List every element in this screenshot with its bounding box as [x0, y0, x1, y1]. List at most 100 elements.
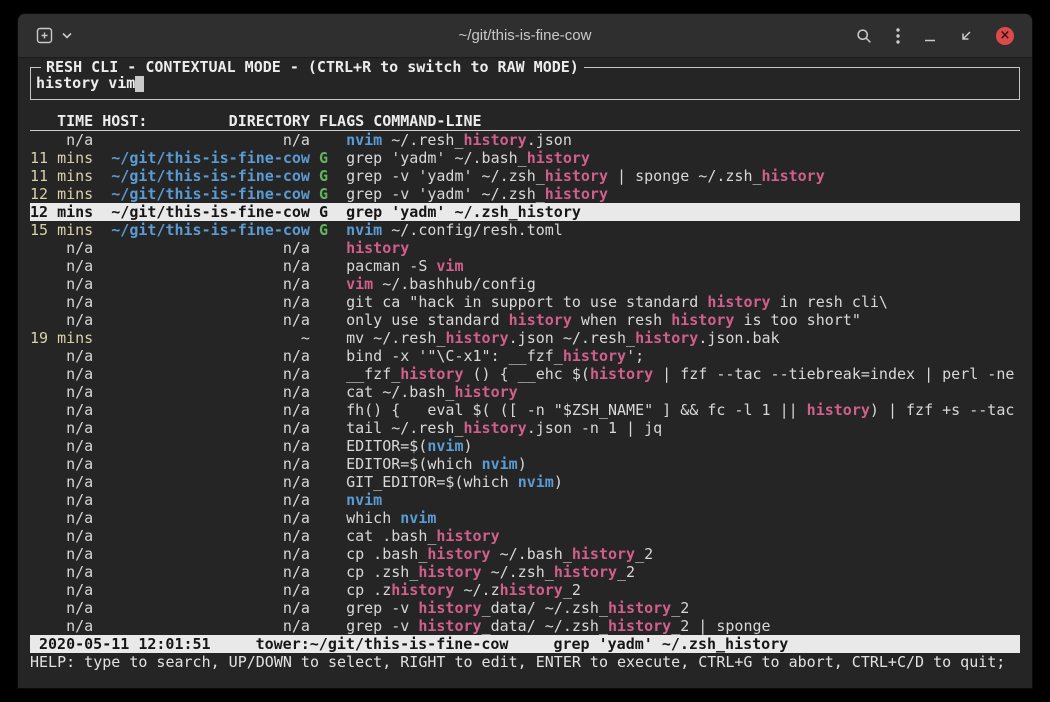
cmd-segment: ~/.resh_ — [382, 131, 463, 149]
history-row[interactable]: 19 mins ~ mv ~/.resh_history.json ~/.res… — [30, 329, 1020, 347]
row-time: n/a — [30, 581, 93, 599]
cmd-segment: history — [527, 149, 590, 167]
history-row[interactable]: n/a n/a nvim — [30, 491, 1020, 509]
cmd-segment: history — [572, 545, 635, 563]
titlebar: ~/git/this-is-fine-cow × — [18, 14, 1032, 58]
cmd-segment: only use standard — [346, 311, 509, 329]
cmd-segment: history — [436, 527, 499, 545]
row-time: n/a — [30, 311, 93, 329]
new-terminal-icon — [36, 27, 53, 44]
cmd-segment: history — [762, 167, 825, 185]
row-directory: n/a — [102, 491, 310, 509]
history-row[interactable]: n/a n/a cp .bash_history ~/.bash_history… — [30, 545, 1020, 563]
cmd-segment: nvim — [518, 473, 554, 491]
restore-button[interactable] — [960, 30, 972, 42]
row-directory: ~ — [102, 329, 310, 347]
row-flags: G — [319, 203, 346, 221]
history-row[interactable]: n/a n/a EDITOR=$(which nvim) — [30, 455, 1020, 473]
history-row[interactable]: n/a n/a EDITOR=$(nvim) — [30, 437, 1020, 455]
history-row[interactable]: n/a n/a GIT_EDITOR=$(which nvim) — [30, 473, 1020, 491]
history-row[interactable]: 11 mins ~/git/this-is-fine-cow G grep -v… — [30, 167, 1020, 185]
row-flags: G — [319, 185, 346, 203]
menu-button[interactable] — [896, 28, 900, 44]
cmd-segment: history — [554, 563, 617, 581]
history-row[interactable]: n/a n/a nvim ~/.resh_history.json — [30, 131, 1020, 149]
history-row[interactable]: n/a n/a which nvim — [30, 509, 1020, 527]
row-flags: G — [319, 149, 346, 167]
cmd-segment: history — [500, 581, 563, 599]
row-time: n/a — [30, 275, 93, 293]
cmd-segment: history — [545, 167, 608, 185]
cmd-segment: history — [400, 365, 463, 383]
row-directory: n/a — [102, 401, 310, 419]
row-directory: n/a — [102, 275, 310, 293]
history-row[interactable]: n/a n/a history — [30, 239, 1020, 257]
history-row[interactable]: n/a n/a only use standard history when r… — [30, 311, 1020, 329]
cmd-segment: nvim — [346, 131, 382, 149]
history-row[interactable]: n/a n/a bind -x '"\C-x1": __fzf_history'… — [30, 347, 1020, 365]
row-time: n/a — [30, 239, 93, 257]
col-header-host: HOST: — [102, 112, 147, 130]
row-time: 15 mins — [30, 221, 93, 239]
cmd-segment: cp .zsh_ — [346, 563, 418, 581]
cmd-segment: | fzf --tac --tiebreak=index | perl -ne — [653, 365, 1014, 383]
cmd-segment: ~/.zsh_ — [482, 563, 554, 581]
search-query-text: history vim — [36, 74, 135, 92]
history-row[interactable]: n/a n/a tail ~/.resh_history.json -n 1 |… — [30, 419, 1020, 437]
cmd-segment: history — [671, 311, 734, 329]
cmd-segment: is too short" — [734, 311, 860, 329]
cmd-segment: __fzf_ — [346, 365, 400, 383]
search-box-title: RESH CLI - CONTEXTUAL MODE - (CTRL+R to … — [41, 58, 584, 76]
history-row[interactable]: n/a n/a fh() { eval $( ([ -n "$ZSH_NAME"… — [30, 401, 1020, 419]
cmd-segment: ~/.bash_ — [491, 545, 572, 563]
cmd-segment: cp .bash_ — [346, 545, 427, 563]
history-row[interactable]: n/a n/a git ca "hack in support to use s… — [30, 293, 1020, 311]
row-flags — [319, 131, 346, 149]
history-row[interactable]: n/a n/a __fzf_history () { __ehc $(histo… — [30, 365, 1020, 383]
history-row[interactable]: n/a n/a cp .zhistory ~/.zhistory_2 — [30, 581, 1020, 599]
history-row[interactable]: 12 mins ~/git/this-is-fine-cow G grep -v… — [30, 185, 1020, 203]
cmd-segment: history — [418, 617, 481, 635]
cmd-segment: history — [454, 383, 517, 401]
row-directory: ~/git/this-is-fine-cow — [102, 221, 310, 239]
close-button[interactable]: × — [996, 27, 1014, 45]
cmd-segment: history — [635, 329, 698, 347]
profile-dropdown-button[interactable] — [62, 32, 72, 39]
cmd-segment: nvim — [346, 221, 382, 239]
history-row[interactable]: n/a n/a pacman -S vim — [30, 257, 1020, 275]
row-flags — [319, 455, 346, 473]
history-row[interactable]: n/a n/a cp .zsh_history ~/.zsh_history_2 — [30, 563, 1020, 581]
minimize-button[interactable] — [924, 30, 936, 42]
row-directory: n/a — [102, 347, 310, 365]
cmd-segment: nvim — [482, 455, 518, 473]
history-row[interactable]: n/a n/a grep -v history_data/ ~/.zsh_his… — [30, 617, 1020, 635]
row-directory: n/a — [102, 527, 310, 545]
row-flags — [319, 491, 346, 509]
history-row[interactable]: 15 mins ~/git/this-is-fine-cow G nvim ~/… — [30, 221, 1020, 239]
row-time: n/a — [30, 545, 93, 563]
new-terminal-button[interactable] — [36, 27, 53, 44]
cmd-segment: history — [464, 419, 527, 437]
history-row[interactable]: n/a n/a vim ~/.bashhub/config — [30, 275, 1020, 293]
row-time: 11 mins — [30, 149, 93, 167]
col-header-command: COMMAND-LINE — [373, 112, 481, 130]
row-directory: n/a — [102, 419, 310, 437]
search-button[interactable] — [856, 28, 872, 44]
row-flags — [319, 347, 346, 365]
cmd-segment: history — [563, 347, 626, 365]
cmd-segment: history — [418, 563, 481, 581]
terminal-content: RESH CLI - CONTEXTUAL MODE - (CTRL+R to … — [18, 58, 1032, 687]
row-time: n/a — [30, 383, 93, 401]
row-directory: n/a — [102, 599, 310, 617]
row-flags — [319, 329, 346, 347]
row-directory: n/a — [102, 581, 310, 599]
history-row[interactable]: 11 mins ~/git/this-is-fine-cow G grep 'y… — [30, 149, 1020, 167]
chevron-down-icon — [62, 32, 72, 39]
history-row[interactable]: n/a n/a grep -v history_data/ ~/.zsh_his… — [30, 599, 1020, 617]
cmd-segment: history — [608, 599, 671, 617]
history-row[interactable]: n/a n/a cat ~/.bash_history — [30, 383, 1020, 401]
row-directory: n/a — [102, 311, 310, 329]
row-time: n/a — [30, 293, 93, 311]
history-row[interactable]: 12 mins ~/git/this-is-fine-cow G grep 'y… — [30, 203, 1020, 221]
history-row[interactable]: n/a n/a cat .bash_history — [30, 527, 1020, 545]
